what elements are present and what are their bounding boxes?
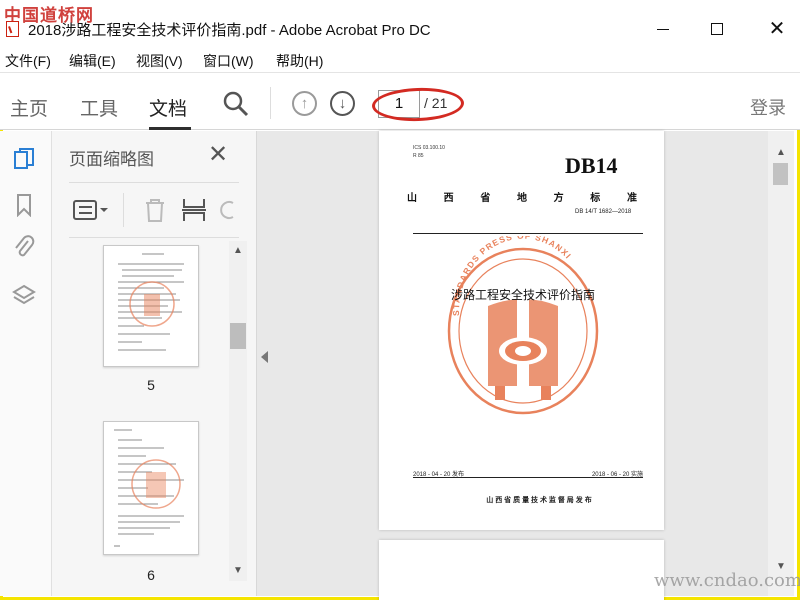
title-char: 方 — [553, 193, 564, 204]
arrow-up-icon: ↑ — [300, 95, 309, 112]
thumbnail-page-5-content — [118, 253, 184, 351]
main-toolbar: 主页 工具 文档 ↑ ↓ 1 / 21 登录 — [0, 72, 800, 130]
page-thumbnails-icon[interactable] — [12, 147, 36, 171]
menu-file[interactable]: 文件(F) — [5, 51, 51, 71]
document-page-2 — [379, 540, 664, 600]
scroll-up-arrow-icon[interactable]: ▲ — [233, 245, 243, 256]
active-tab-indicator — [149, 127, 191, 130]
menu-bar: 文件(F) 编辑(E) 视图(V) 窗口(W) 帮助(H) — [0, 48, 800, 72]
thumbnail-list: 5 6 — [69, 239, 249, 591]
close-panel-button[interactable]: ✕ — [208, 140, 228, 169]
arrow-down-icon: ↓ — [338, 95, 347, 112]
login-button[interactable]: 登录 — [750, 94, 786, 120]
thumbnails-panel-title: 页面缩略图 — [69, 150, 154, 169]
minimize-icon — [657, 28, 669, 30]
tab-tools[interactable]: 工具 — [80, 94, 118, 121]
document-title: 涉路工程安全技术评价指南 — [450, 288, 595, 302]
thumbnail-toolbar — [69, 182, 239, 238]
thumbnail-page-6-label: 6 — [147, 567, 155, 583]
document-scrollbar-thumb[interactable] — [773, 163, 788, 185]
thumbnail-page-5[interactable] — [103, 245, 199, 367]
bookmark-icon[interactable] — [12, 193, 36, 217]
scroll-down-arrow-icon[interactable]: ▼ — [233, 565, 243, 576]
issuer-line: 山 西 省 质 量 技 术 监 督 局 发 布 — [486, 497, 592, 504]
next-page-button[interactable]: ↓ — [330, 91, 355, 116]
standard-code: DB14 — [565, 153, 618, 178]
standard-type-title: 山 西 省 地 方 标 准 — [407, 189, 637, 204]
attachment-icon[interactable] — [12, 235, 36, 259]
thumbnails-panel: 页面缩略图 ✕ 5 6 ▲ ▼ — [52, 131, 257, 596]
thumbnail-page-6-content — [114, 429, 184, 547]
minimize-button[interactable] — [640, 12, 686, 46]
thumbnail-scrollbar-thumb[interactable] — [230, 323, 246, 349]
menu-help[interactable]: 帮助(H) — [276, 51, 323, 71]
insert-page-icon[interactable] — [181, 197, 207, 223]
title-char: 准 — [626, 193, 637, 204]
title-char: 标 — [590, 193, 601, 204]
thumbnail-page-5-label: 5 — [147, 377, 155, 393]
close-window-button[interactable]: ✕ — [754, 12, 800, 46]
close-icon: ✕ — [768, 18, 786, 40]
tab-document[interactable]: 文档 — [149, 94, 187, 121]
standard-number: DB 14/T 1682—2018 — [575, 209, 632, 215]
document-scrollbar[interactable]: ▲ ▼ — [768, 131, 794, 596]
press-seal-logo: STANDARDS PRESS OF SHANXI — [447, 236, 599, 415]
title-char: 地 — [516, 193, 527, 204]
footer-rule — [413, 477, 643, 478]
document-view: ICS 03.100.10 R 85 DB14 山 西 省 地 方 标 准 DB… — [257, 131, 768, 600]
ics-code: ICS 03.100.10 — [413, 145, 445, 151]
thumbnail-page-6[interactable] — [103, 421, 199, 555]
doc-scroll-up-icon[interactable]: ▲ — [776, 147, 786, 158]
maximize-icon — [711, 23, 723, 35]
toolbar-separator — [270, 87, 271, 119]
watermark-bottom: www.cndao.com — [654, 570, 800, 591]
title-char: 西 — [443, 193, 454, 204]
document-page-1: ICS 03.100.10 R 85 DB14 山 西 省 地 方 标 准 DB… — [379, 131, 664, 530]
thumbnail-scrollbar[interactable]: ▲ ▼ — [229, 241, 247, 581]
collapse-panel-arrow-icon[interactable] — [261, 351, 268, 363]
menu-window[interactable]: 窗口(W) — [203, 51, 254, 71]
menu-edit[interactable]: 编辑(E) — [69, 51, 116, 71]
thumbnail-toolbar-separator — [123, 193, 124, 227]
delete-page-icon[interactable] — [143, 197, 167, 223]
rotate-page-icon[interactable] — [219, 197, 237, 223]
left-nav-rail — [0, 131, 52, 596]
pdf-file-icon — [6, 21, 19, 37]
layers-icon[interactable] — [12, 283, 36, 307]
previous-page-button[interactable]: ↑ — [292, 91, 317, 116]
tab-home[interactable]: 主页 — [10, 94, 48, 121]
category-code: R 85 — [413, 153, 424, 159]
header-rule — [413, 233, 643, 234]
window-title: 2018涉路工程安全技术评价指南.pdf - Adobe Acrobat Pro… — [28, 22, 431, 39]
title-char: 山 — [407, 193, 417, 204]
maximize-button[interactable] — [694, 12, 740, 46]
menu-view[interactable]: 视图(V) — [136, 51, 183, 71]
title-char: 省 — [480, 193, 491, 204]
title-bar: 中国道桥网 2018涉路工程安全技术评价指南.pdf - Adobe Acrob… — [0, 0, 800, 48]
search-icon[interactable] — [222, 90, 250, 118]
options-menu-icon[interactable] — [73, 199, 109, 223]
